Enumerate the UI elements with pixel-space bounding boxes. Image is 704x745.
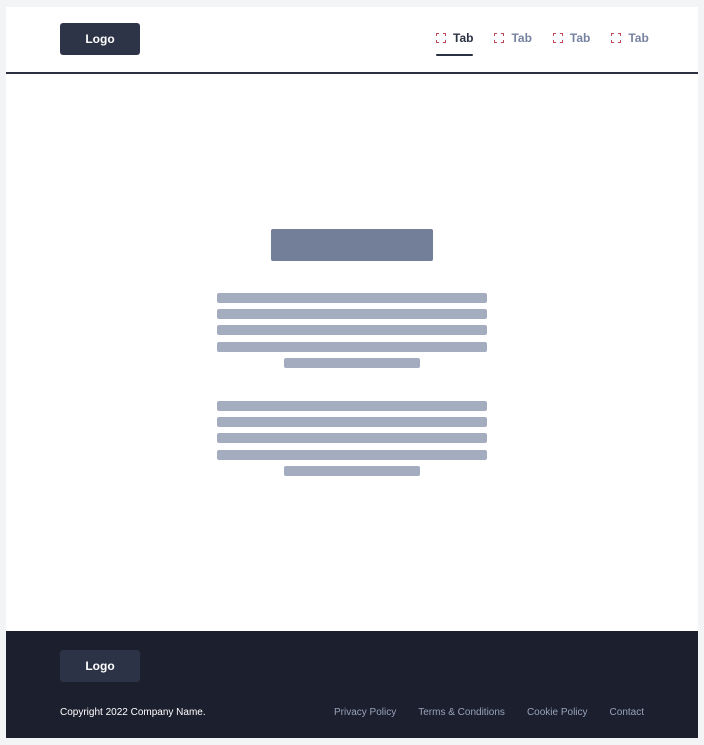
header-logo-label: Logo <box>85 32 115 46</box>
footer-links: Privacy Policy Terms & Conditions Cookie… <box>334 707 644 718</box>
header: Logo Tab Tab Tab Tab <box>6 7 698 74</box>
text-line-placeholder <box>217 433 487 443</box>
expand-icon <box>436 33 446 43</box>
expand-icon <box>552 33 563 43</box>
expand-icon <box>611 33 622 43</box>
page-frame: Logo Tab Tab Tab Tab Logo Copyright 2022… <box>6 7 698 738</box>
tab-label: Tab <box>628 31 649 45</box>
text-line-placeholder <box>217 293 487 303</box>
contact-link[interactable]: Contact <box>610 707 644 718</box>
text-line-placeholder <box>284 466 420 476</box>
tab-1[interactable]: Tab <box>436 30 474 56</box>
tab-3[interactable]: Tab <box>552 30 591 56</box>
main-content <box>6 74 698 631</box>
tab-label: Tab <box>511 31 532 45</box>
text-line-placeholder <box>217 309 487 319</box>
tab-label: Tab <box>569 31 591 45</box>
text-line-placeholder <box>284 358 420 368</box>
text-line-placeholder <box>217 325 487 335</box>
terms-conditions-link[interactable]: Terms & Conditions <box>418 707 505 718</box>
tab-2[interactable]: Tab <box>494 30 532 56</box>
header-logo-button[interactable]: Logo <box>60 23 140 55</box>
tab-bar: Tab Tab Tab Tab <box>436 30 649 56</box>
tab-label: Tab <box>453 31 474 45</box>
footer: Logo Copyright 2022 Company Name. Privac… <box>6 631 698 738</box>
copyright-text: Copyright 2022 Company Name. <box>60 707 206 718</box>
privacy-policy-link[interactable]: Privacy Policy <box>334 707 396 718</box>
title-placeholder <box>271 229 433 261</box>
footer-logo-button[interactable]: Logo <box>60 650 140 682</box>
text-line-placeholder <box>217 342 487 352</box>
text-line-placeholder <box>217 401 487 411</box>
expand-icon <box>494 33 505 43</box>
text-line-placeholder <box>217 417 487 427</box>
tab-4[interactable]: Tab <box>611 30 649 56</box>
footer-logo-label: Logo <box>85 659 115 673</box>
text-line-placeholder <box>217 450 487 460</box>
cookie-policy-link[interactable]: Cookie Policy <box>527 707 588 718</box>
